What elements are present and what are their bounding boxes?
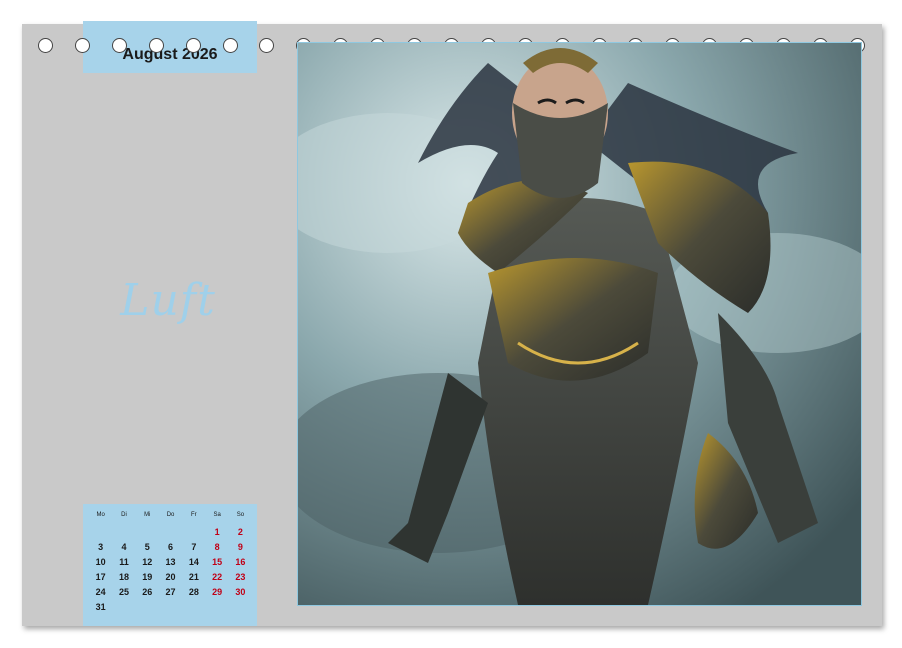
day-cell-weekend <box>229 599 252 614</box>
warrior-illustration <box>298 43 861 605</box>
day-cell <box>89 524 112 539</box>
binding-hole <box>259 38 275 53</box>
binding-hole <box>38 38 53 53</box>
binding-hole <box>148 38 164 53</box>
mini-calendar: Mo Di Mi Do Fr Sa So 1 2 3 4 5 6 7 8 9 1… <box>83 504 257 626</box>
binding-hole <box>74 38 90 53</box>
day-cell-weekend <box>205 599 228 614</box>
page-title: Luft <box>120 275 216 326</box>
binding-hole <box>222 38 238 53</box>
day-cell <box>136 524 159 539</box>
week-row: 17 18 19 20 21 22 23 <box>89 569 252 584</box>
calendar-grid: Mo Di Mi Do Fr Sa So 1 2 3 4 5 6 7 8 9 1… <box>89 512 252 614</box>
day-cell: 19 <box>142 571 153 582</box>
weekday-header-row: Mo Di Mi Do Fr Sa So <box>89 512 252 524</box>
week-row: 3 4 5 6 7 8 9 <box>89 539 252 554</box>
day-cell: 31 <box>95 601 106 612</box>
day-cell-weekend: 30 <box>235 586 246 597</box>
day-cell-weekend: 15 <box>212 556 223 567</box>
day-cell <box>182 599 205 614</box>
day-cell-weekend: 2 <box>237 526 243 537</box>
day-cell-weekend: 22 <box>212 571 223 582</box>
week-row: 10 11 12 13 14 15 16 <box>89 554 252 569</box>
day-cell <box>159 599 182 614</box>
week-row: 1 2 <box>89 524 252 539</box>
day-cell: 17 <box>95 571 106 582</box>
day-cell: 5 <box>144 541 150 552</box>
weekday-label: Fr <box>191 512 197 518</box>
day-cell-weekend: 1 <box>214 526 220 537</box>
day-cell: 25 <box>118 586 129 597</box>
weekday-label: Mi <box>144 512 151 518</box>
binding-hole <box>185 38 201 53</box>
binding-hole <box>111 38 127 53</box>
day-cell: 12 <box>142 556 153 567</box>
day-cell <box>112 524 135 539</box>
day-cell: 24 <box>95 586 106 597</box>
day-cell <box>159 524 182 539</box>
day-cell <box>136 599 159 614</box>
day-cell: 21 <box>188 571 199 582</box>
day-cell: 28 <box>188 586 199 597</box>
day-cell: 3 <box>98 541 104 552</box>
day-cell: 4 <box>121 541 127 552</box>
day-cell: 10 <box>95 556 106 567</box>
weekday-label: So <box>236 512 245 518</box>
weekday-label: Mo <box>96 512 105 518</box>
day-cell: 11 <box>119 556 129 567</box>
day-cell: 13 <box>165 556 176 567</box>
day-cell-weekend: 29 <box>212 586 223 597</box>
day-cell: 20 <box>165 571 176 582</box>
day-cell: 18 <box>118 571 129 582</box>
weekday-label: Di <box>121 512 127 518</box>
warrior-photo <box>297 42 862 606</box>
day-cell-weekend: 9 <box>237 541 243 552</box>
day-cell: 6 <box>168 541 174 552</box>
day-cell <box>182 524 205 539</box>
day-cell <box>112 599 135 614</box>
day-cell: 7 <box>191 541 197 552</box>
day-cell-weekend: 16 <box>235 556 246 567</box>
weekday-label: Do <box>166 512 175 518</box>
day-cell: 27 <box>165 586 176 597</box>
day-cell-weekend: 23 <box>235 571 246 582</box>
week-row: 24 25 26 27 28 29 30 <box>89 584 252 599</box>
weekday-label: Sa <box>213 512 221 518</box>
day-cell: 26 <box>142 586 153 597</box>
day-cell: 14 <box>188 556 199 567</box>
week-row: 31 <box>89 599 252 614</box>
day-cell-weekend: 8 <box>214 541 220 552</box>
